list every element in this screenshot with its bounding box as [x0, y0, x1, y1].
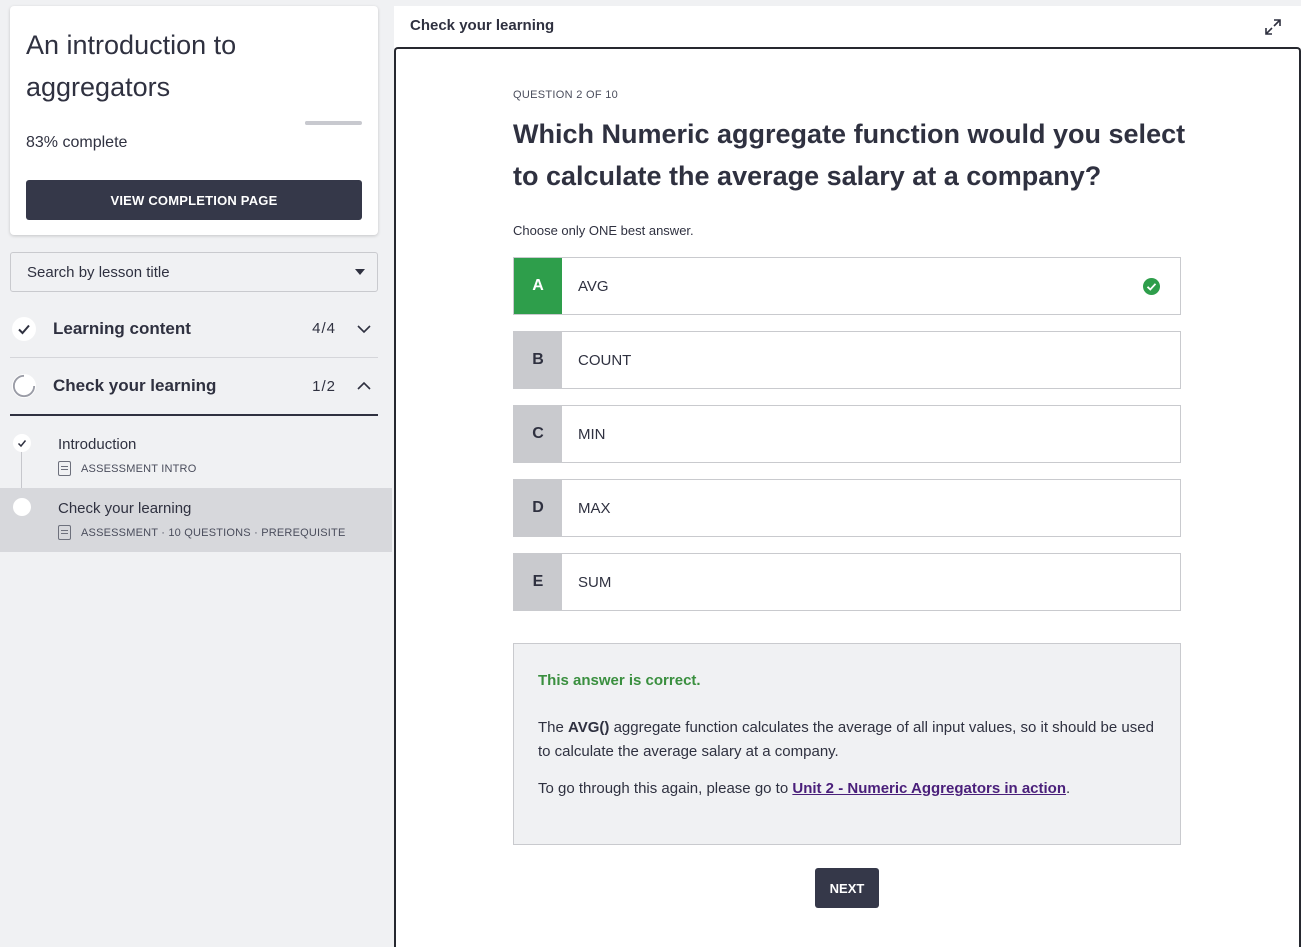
option-text: COUNT	[578, 351, 632, 369]
option-text: SUM	[578, 573, 612, 591]
content-header: Check your learning	[394, 6, 1301, 48]
section-check-your-learning[interactable]: Check your learning 1/2	[10, 358, 378, 416]
course-title: An introduction to aggregators	[26, 30, 237, 102]
section-learning-content[interactable]: Learning content 4/4	[10, 300, 378, 358]
answer-option-e[interactable]: E SUM	[513, 553, 1181, 611]
expand-icon[interactable]	[1263, 17, 1283, 37]
option-letter: D	[514, 480, 562, 536]
check-icon	[13, 434, 31, 452]
unit-review-link[interactable]: Unit 2 - Numeric Aggregators in action	[792, 780, 1066, 797]
option-text: MIN	[578, 425, 606, 443]
view-completion-page-button[interactable]: VIEW COMPLETION PAGE	[26, 180, 362, 220]
feedback-status: This answer is correct.	[538, 672, 701, 689]
lesson-meta: ASSESSMENT INTRO	[58, 461, 196, 476]
course-progress-card: An introduction to aggregators 83% compl…	[10, 6, 378, 235]
completion-percent: 83%	[26, 134, 59, 151]
content-header-title: Check your learning	[410, 17, 555, 34]
section-label: Learning content	[53, 318, 191, 338]
lesson-title: Check your learning	[58, 500, 192, 517]
current-lesson-dot-icon	[13, 498, 31, 516]
question-instruction: Choose only ONE best answer.	[513, 223, 694, 238]
feedback-keyword: AVG()	[568, 719, 610, 736]
question-panel: QUESTION 2 OF 10 Which Numeric aggregate…	[394, 47, 1301, 947]
option-letter: C	[514, 406, 562, 462]
lesson-meta: ASSESSMENT · 10 QUESTIONS · PREREQUISITE	[58, 525, 346, 540]
document-icon	[58, 525, 71, 540]
section-count: 4/4	[312, 320, 336, 337]
question-text: Which Numeric aggregate function would y…	[513, 119, 1186, 191]
lesson-search-placeholder: Search by lesson title	[27, 263, 170, 281]
option-letter: E	[514, 554, 562, 610]
chevron-up-icon[interactable]	[356, 378, 372, 394]
answer-option-c[interactable]: C MIN	[513, 405, 1181, 463]
lesson-item-check-your-learning[interactable]: Check your learning ASSESSMENT · 10 QUES…	[0, 488, 392, 552]
section-label: Check your learning	[53, 376, 217, 395]
lesson-meta-text: ASSESSMENT INTRO	[81, 462, 197, 475]
lesson-meta-text: ASSESSMENT · 10 QUESTIONS · PREREQUISITE	[81, 526, 346, 539]
answer-option-d[interactable]: D MAX	[513, 479, 1181, 537]
chevron-down-icon[interactable]	[356, 321, 372, 337]
check-circle-icon	[1143, 278, 1160, 295]
review-text-pre: To go through this again, please go to	[538, 780, 793, 797]
feedback-explanation: The AVG() aggregate function calculates …	[538, 716, 1158, 764]
answer-option-a[interactable]: A AVG	[513, 257, 1181, 315]
feedback-review-line: To go through this again, please go to U…	[538, 780, 1070, 797]
option-letter: B	[514, 332, 562, 388]
question-number: QUESTION 2 OF 10	[513, 89, 619, 101]
completion-text: 83% complete	[26, 134, 127, 152]
completion-label: complete	[62, 134, 128, 151]
next-button[interactable]: NEXT	[815, 868, 879, 908]
option-text: MAX	[578, 499, 611, 517]
progress-bar	[305, 121, 362, 125]
lesson-item-introduction[interactable]: Introduction ASSESSMENT INTRO	[0, 424, 392, 488]
feedback-text-pre: The	[538, 719, 569, 736]
answer-feedback-box: This answer is correct. The AVG() aggreg…	[513, 643, 1181, 845]
progress-bar-fill	[305, 121, 353, 125]
option-letter: A	[514, 258, 562, 314]
caret-down-icon	[355, 269, 365, 275]
lesson-title: Introduction	[58, 436, 137, 453]
spinner-icon	[12, 374, 36, 398]
feedback-text-post: aggregate function calculates the averag…	[538, 719, 1154, 760]
review-text-post: .	[1066, 780, 1071, 797]
answer-option-b[interactable]: B COUNT	[513, 331, 1181, 389]
course-sidebar: An introduction to aggregators 83% compl…	[0, 0, 392, 947]
check-icon	[12, 316, 36, 341]
section-count: 1/2	[312, 377, 336, 395]
lesson-search-select[interactable]: Search by lesson title	[10, 252, 378, 292]
document-icon	[58, 461, 71, 476]
option-text: AVG	[578, 277, 609, 295]
